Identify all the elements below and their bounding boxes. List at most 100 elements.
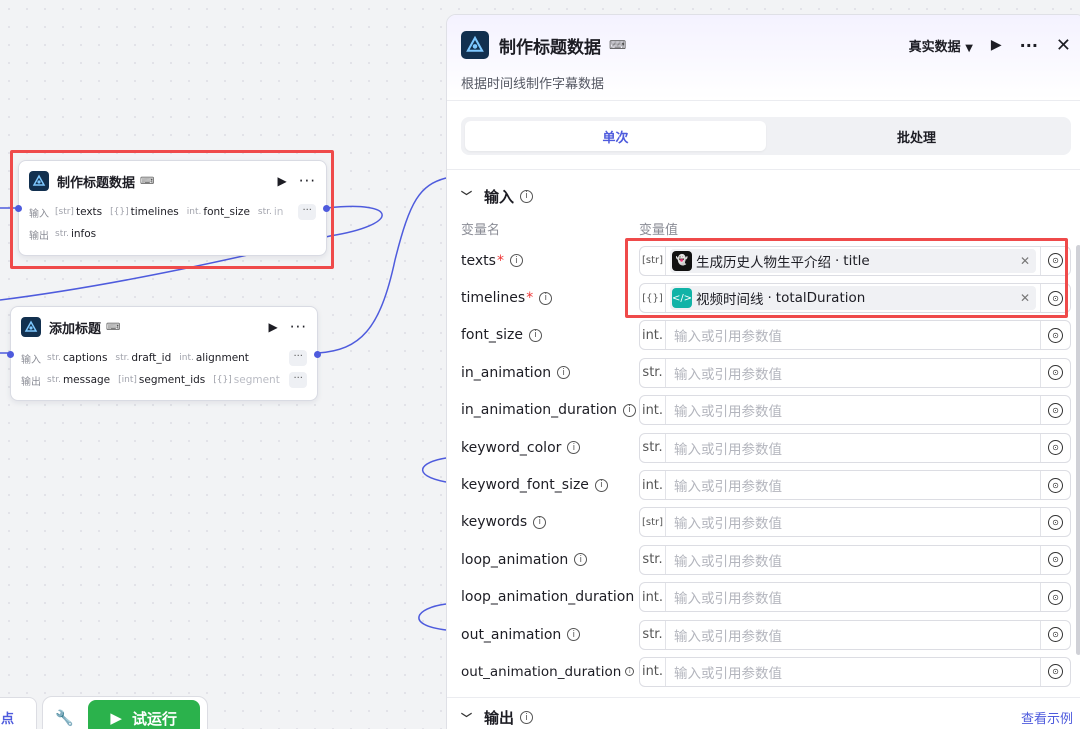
param-name: keyword_color [461,439,562,456]
param-row: loop_animation_duration int. 输入或引用参数值 ⊙ [447,579,1080,616]
param-name: loop_animation_duration [461,589,635,606]
run-button[interactable]: ▶ [991,37,1002,53]
type-badge: int. [640,396,666,425]
param-name: out_animation [461,626,562,643]
variable-picker[interactable]: ⊙ [1040,396,1070,425]
required-mark: * [496,252,504,269]
param-field[interactable]: int. 输入或引用参数值 ⊙ [639,656,1071,687]
type-badge: str. [640,545,666,574]
output-port[interactable] [314,351,321,358]
reference-icon: ⊙ [1048,365,1063,381]
param-input[interactable]: 输入或引用参数值 [666,550,1040,570]
param-input[interactable]: 输入或引用参数值 [666,400,1040,420]
param-field[interactable]: str. 输入或引用参数值 ⊙ [639,544,1071,575]
param-input[interactable]: 输入或引用参数值 [666,363,1040,383]
more-outputs-button[interactable]: ··· [289,372,307,388]
variable-picker[interactable]: ⊙ [1040,657,1070,686]
output-section-header[interactable]: ﹀ 输出 i 查看示例 [447,697,1080,729]
info-icon: i [625,667,635,677]
node-header: 添加标题 ⌨ ▶ ··· [11,307,317,347]
divider [447,169,1080,170]
param-row: keywords i [str] 输入或引用参数值 ⊙ [447,504,1080,541]
plugin-logo-icon [21,317,41,337]
param-row: out_animation i str. 输入或引用参数值 ⊙ [447,616,1080,653]
required-mark: * [526,290,534,307]
bottom-toolbar: 🔧 ▶ 试运行 [42,696,208,729]
param-field[interactable]: [str] 输入或引用参数值 ⊙ [639,507,1071,538]
info-icon: i [509,254,523,268]
add-node-button[interactable]: 点 [0,697,37,729]
test-run-label: 试运行 [131,709,177,728]
wrench-icon[interactable]: 🔧 [55,709,74,727]
node-add-title[interactable]: 添加标题 ⌨ ▶ ··· 输入 str. captions str. draft_i… [7,306,321,401]
type-badge: str. [640,433,666,462]
param-input[interactable]: 输入或引用参数值 [666,625,1040,645]
add-node-label: 点 [1,711,15,727]
highlight-box [10,150,334,269]
view-example-link[interactable]: 查看示例 [1021,708,1073,727]
run-node-button[interactable]: ▶ [268,320,277,334]
col-value-header: 变量值 [639,222,679,238]
param-field[interactable]: str. 输入或引用参数值 ⊙ [639,357,1071,388]
param-name: in_animation [461,364,552,381]
node-test-panel: 制作标题数据 ⌨ 真实数据 ▼ ▶ ··· ✕ 根据时间线制作字幕数据 单次 批… [446,14,1080,729]
variable-picker[interactable]: ⊙ [1040,508,1070,537]
param-field[interactable]: int. 输入或引用参数值 ⊙ [639,320,1071,351]
param-row: in_animation_duration i int. 输入或引用参数值 ⊙ [447,392,1080,429]
reference-icon: ⊙ [1048,440,1063,456]
data-mode-dropdown[interactable]: 真实数据 ▼ [909,36,973,55]
more-inputs-button[interactable]: ··· [289,350,307,366]
param-input[interactable]: 输入或引用参数值 [666,475,1040,495]
tab-single[interactable]: 单次 [465,121,766,151]
type-badge: str. [640,620,666,649]
param-name: keywords [461,514,528,531]
info-icon: i [594,478,608,492]
input-tag: str. captions [47,352,108,364]
variable-picker[interactable]: ⊙ [1040,583,1070,612]
run-mode-tabs: 单次 批处理 [461,117,1071,155]
variable-picker[interactable]: ⊙ [1040,358,1070,387]
param-field[interactable]: str. 输入或引用参数值 ⊙ [639,619,1071,650]
variable-picker[interactable]: ⊙ [1040,433,1070,462]
variable-picker[interactable]: ⊙ [1040,620,1070,649]
node-title: 添加标题 [49,321,102,337]
reference-icon: ⊙ [1048,552,1063,568]
node-more-button[interactable]: ··· [290,318,307,336]
more-button[interactable]: ··· [1020,36,1038,55]
param-name: font_size [461,327,524,344]
info-icon: i [574,553,588,567]
panel-header: 制作标题数据 ⌨ 真实数据 ▼ ▶ ··· ✕ 根据时间线制作字幕数据 [447,15,1080,101]
param-field[interactable]: int. 输入或引用参数值 ⊙ [639,395,1071,426]
chevron-down-icon: ﹀ [461,190,472,203]
param-field[interactable]: str. 输入或引用参数值 ⊙ [639,432,1071,463]
param-row: loop_animation i str. 输入或引用参数值 ⊙ [447,541,1080,578]
output-tag: str. message [47,374,111,386]
reference-icon: ⊙ [1048,327,1063,343]
tab-batch[interactable]: 批处理 [766,121,1067,151]
scrollbar[interactable] [1076,245,1080,655]
param-input[interactable]: 输入或引用参数值 [666,662,1040,682]
node-outputs-row: 输出 str. message [int] segment_ids [{}] segm… [11,369,317,391]
input-section-header[interactable]: ﹀ 输入 i [447,178,1080,214]
plugin-logo-icon [461,31,489,59]
param-input[interactable]: 输入或引用参数值 [666,325,1040,345]
variable-picker[interactable]: ⊙ [1040,321,1070,350]
close-icon[interactable]: ✕ [1056,35,1071,56]
type-badge: str. [640,358,666,387]
param-input[interactable]: 输入或引用参数值 [666,438,1040,458]
info-icon: i [623,403,637,417]
test-run-button[interactable]: ▶ 试运行 [87,700,200,729]
variable-picker[interactable]: ⊙ [1040,545,1070,574]
variable-picker[interactable]: ⊙ [1040,471,1070,500]
info-icon: i [557,366,571,380]
param-input[interactable]: 输入或引用参数值 [666,587,1040,607]
param-input[interactable]: 输入或引用参数值 [666,512,1040,532]
info-icon: i [539,291,553,305]
col-name-header: 变量名 [461,222,501,238]
param-field[interactable]: int. 输入或引用参数值 ⊙ [639,470,1071,501]
type-badge: int. [640,471,666,500]
param-field[interactable]: int. 输入或引用参数值 ⊙ [639,582,1071,613]
param-name: texts [461,252,496,269]
input-port[interactable] [7,351,14,358]
reference-icon: ⊙ [1048,664,1063,680]
